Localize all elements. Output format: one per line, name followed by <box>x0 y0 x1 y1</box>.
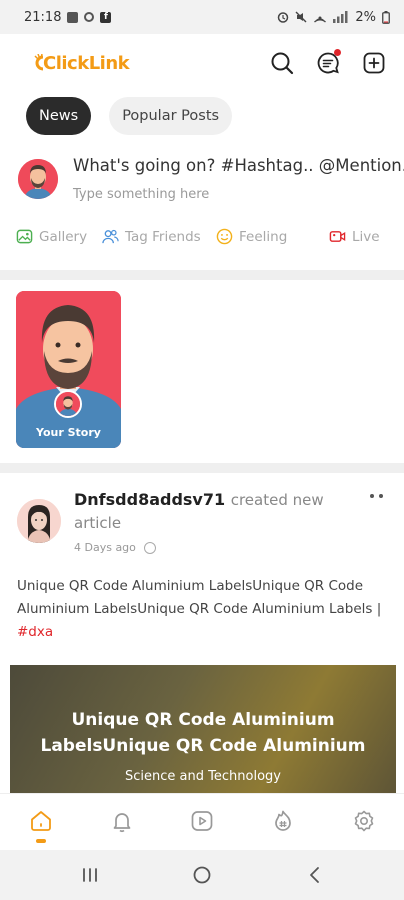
battery-icon <box>382 10 390 24</box>
post-composer: What's going on? #Hashtag.. @Mention. Ty… <box>0 150 404 268</box>
add-post-icon[interactable] <box>362 51 386 75</box>
battery-percent: 2% <box>355 9 376 25</box>
tag-friends-button[interactable]: Tag Friends <box>102 228 201 245</box>
more-dot-icon <box>370 494 374 498</box>
hotspot-icon <box>314 16 327 23</box>
tab-news[interactable]: News <box>26 97 92 135</box>
status-time: 21:18 <box>24 9 62 25</box>
post-body-text: Unique QR Code Aluminium LabelsUnique QR… <box>17 578 382 617</box>
author-avatar-illustration <box>17 499 61 543</box>
article-category: Science and Technology <box>125 769 281 784</box>
avatar[interactable] <box>17 499 61 543</box>
tab-news-label: News <box>39 108 79 124</box>
messages-button[interactable] <box>316 49 341 75</box>
videos-icon[interactable] <box>190 809 214 833</box>
feed-tabs: News Popular Posts <box>26 97 233 135</box>
post-author-line: Dnfsdd8addsv71 created new <box>74 490 324 509</box>
status-right: 2% <box>277 10 390 25</box>
user-avatar-illustration <box>18 159 58 199</box>
gallery-notification-icon <box>67 11 79 23</box>
avatar[interactable] <box>18 159 58 199</box>
app-logo[interactable]: ClickLink <box>34 52 130 74</box>
status-bar: 21:18 f 2% <box>0 0 404 34</box>
gallery-button[interactable]: Gallery <box>16 228 87 245</box>
gallery-label: Gallery <box>39 228 88 245</box>
live-icon <box>329 231 346 242</box>
tag-friends-icon <box>102 229 119 244</box>
your-story-label: Your Story <box>16 418 121 448</box>
post-time-text: 4 Days ago <box>74 541 136 554</box>
post-action-text: created new <box>230 491 324 509</box>
more-dot-icon <box>379 494 383 498</box>
post-article-image[interactable]: Unique QR Code Aluminium LabelsUnique QR… <box>10 665 396 793</box>
live-label: Live <box>352 228 380 245</box>
composer-input-placeholder[interactable]: Type something here <box>73 187 209 202</box>
story-add-avatar <box>54 390 82 418</box>
signal-icon <box>333 11 348 23</box>
app-header: ClickLink <box>0 34 404 92</box>
globe-icon <box>143 541 156 554</box>
back-button[interactable] <box>305 865 325 885</box>
bottom-navigation <box>0 793 404 850</box>
feeling-icon <box>216 228 233 245</box>
feeling-label: Feeling <box>239 228 288 245</box>
home-icon[interactable] <box>29 809 53 833</box>
article-title: Unique QR Code Aluminium LabelsUnique QR… <box>40 710 366 756</box>
feeling-button[interactable]: Feeling <box>216 228 287 245</box>
active-tab-indicator <box>36 839 46 843</box>
trending-icon[interactable] <box>271 809 295 833</box>
composer-actions: Gallery Tag Friends Feeling Live <box>0 228 404 248</box>
settings-icon[interactable] <box>352 809 376 833</box>
post-more-button[interactable] <box>368 493 386 501</box>
sync-notification-icon <box>84 12 95 22</box>
mute-icon <box>295 11 307 23</box>
section-divider <box>0 463 404 473</box>
home-button[interactable] <box>192 865 212 885</box>
live-button[interactable]: Live <box>329 228 380 245</box>
alarm-icon <box>278 12 289 23</box>
tab-popular-posts[interactable]: Popular Posts <box>109 97 233 135</box>
messages-badge <box>334 49 341 56</box>
facebook-notification-icon: f <box>100 11 112 23</box>
recents-button[interactable] <box>80 865 100 885</box>
section-divider <box>0 270 404 280</box>
system-navigation-bar <box>0 850 404 900</box>
post-timestamp: 4 Days ago <box>74 541 156 554</box>
post-author-name[interactable]: Dnfsdd8addsv71 <box>74 490 225 509</box>
post-body: Unique QR Code Aluminium LabelsUnique QR… <box>17 575 387 644</box>
composer-prompt[interactable]: What's going on? #Hashtag.. @Mention. <box>73 156 404 175</box>
feed-post: Dnfsdd8addsv71 created new article 4 Day… <box>0 475 404 793</box>
small-avatar-illustration <box>56 392 80 416</box>
your-story-card[interactable]: Your Story <box>16 291 121 448</box>
post-action-text-continued: article <box>74 514 122 532</box>
search-icon[interactable] <box>270 51 294 75</box>
tab-popular-posts-label: Popular Posts <box>122 108 220 124</box>
logo-text: ClickLink <box>43 52 130 74</box>
status-left: 21:18 f <box>24 9 112 25</box>
post-hashtag[interactable]: #dxa <box>17 624 53 640</box>
notifications-icon[interactable] <box>110 809 134 833</box>
tag-friends-label: Tag Friends <box>125 228 201 245</box>
header-actions <box>270 49 386 75</box>
gallery-icon <box>16 229 33 244</box>
